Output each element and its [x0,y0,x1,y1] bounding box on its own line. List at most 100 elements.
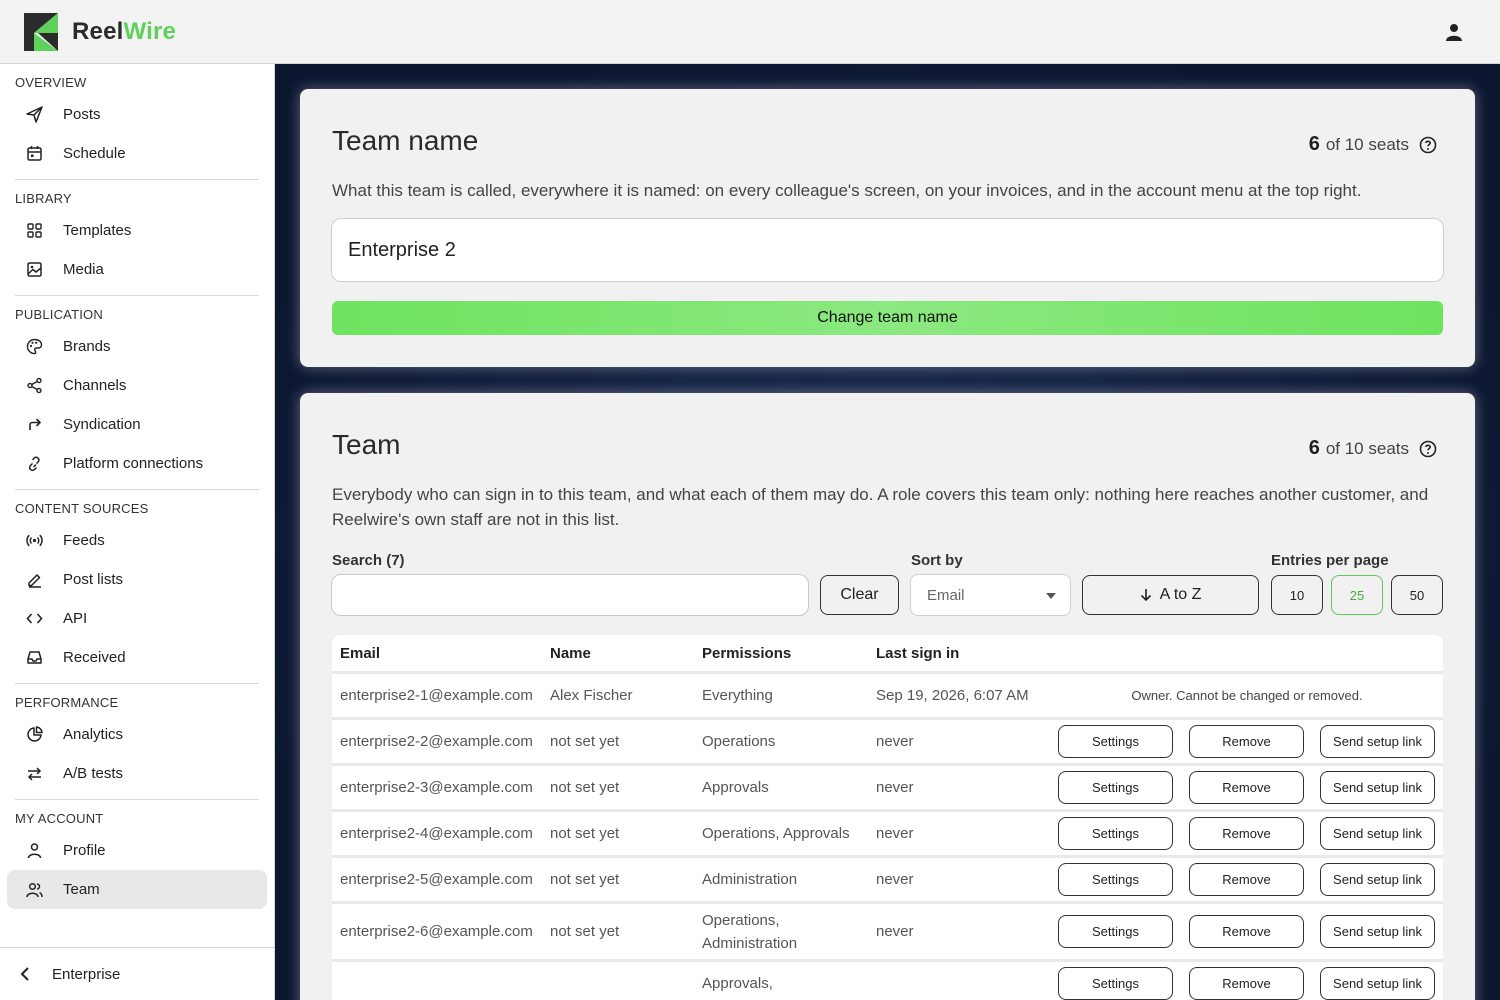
cell-name: not set yet [550,825,620,842]
settings-button[interactable]: Settings [1058,863,1173,896]
seats-text: of 10 seats [1325,134,1409,154]
cell-last-sign-in: never [876,733,914,750]
sidebar-item-posts[interactable]: Posts [15,95,259,134]
sort-order-button[interactable]: A to Z [1082,575,1259,615]
sidebar-item-channels[interactable]: Channels [15,366,259,405]
sidebar-item-label: Profile [63,842,106,859]
sort-select[interactable]: Email [910,574,1071,616]
row-actions: Settings Remove Send setup link [1051,771,1443,804]
row-actions: Settings Remove Send setup link [1051,967,1443,1000]
card-title: Team name [332,125,479,156]
sidebar-item-media[interactable]: Media [15,250,259,289]
cell-permissions: Administration [702,871,798,888]
cell-name: not set yet [550,779,620,796]
remove-button[interactable]: Remove [1189,863,1304,896]
sidebar-item-label: API [63,610,88,627]
cell-last-sign-in: never [876,923,914,940]
sidebar-section-title: CONTENT SOURCES [15,501,149,516]
cell-email: enterprise2-2@example.com [340,733,533,750]
sidebar-item-label: Platform connections [63,455,204,472]
swap-icon [25,765,43,783]
search-input[interactable] [331,574,809,616]
help-icon[interactable] [1419,440,1437,458]
user-icon [1446,24,1462,41]
card-description: Everybody who can sign in to this team, … [332,485,1429,529]
remove-button[interactable]: Remove [1189,967,1304,1000]
sidebar-item-label: Feeds [63,532,105,549]
sidebar-item-post-lists[interactable]: Post lists [15,560,259,599]
sidebar-item-syndication[interactable]: Syndication [15,405,259,444]
sidebar-item-analytics[interactable]: Analytics [15,715,259,754]
change-team-name-button[interactable]: Change team name [332,301,1443,335]
column-header-permissions: Permissions [702,644,792,662]
seats-used: 6 [1308,437,1320,459]
sidebar-item-api[interactable]: API [15,599,259,638]
sidebar-section-title: OVERVIEW [15,75,87,90]
send-setup-link-button[interactable]: Send setup link [1320,725,1435,758]
team-name-input[interactable] [331,218,1444,282]
account-menu-button[interactable] [1442,20,1466,44]
row-actions: Settings Remove Send setup link [1051,915,1443,948]
cell-permissions: Operations, Administration [702,911,798,952]
sidebar-item-templates[interactable]: Templates [15,211,259,250]
logo[interactable]: ReelWire [24,12,176,51]
brand-name-part1: Reel [72,17,124,45]
settings-button[interactable]: Settings [1058,967,1173,1000]
sort-label: Sort by [911,552,963,569]
settings-button[interactable]: Settings [1058,725,1173,758]
cell-name: Alex Fischer [550,687,633,704]
cell-permissions: Approvals [702,779,769,796]
team-table: Email Name Permissions Last sign in ente… [332,635,1443,1000]
settings-button[interactable]: Settings [1058,817,1173,850]
sidebar-item-schedule[interactable]: Schedule [15,134,259,173]
seat-counter: 6 of 10 seats [1309,133,1437,156]
settings-button[interactable]: Settings [1058,771,1173,804]
entries-option-50[interactable]: 50 [1391,575,1443,615]
sidebar-item-label: Schedule [63,145,126,162]
team-switcher[interactable]: Enterprise [0,947,274,1000]
sidebar-item-a-b-tests[interactable]: A/B tests [15,754,259,793]
send-setup-link-button[interactable]: Send setup link [1320,967,1435,1000]
send-setup-link-button[interactable]: Send setup link [1320,915,1435,948]
remove-button[interactable]: Remove [1189,725,1304,758]
row-actions: Settings Remove Send setup link [1051,725,1443,758]
image-icon [25,261,43,279]
sidebar-item-label: Channels [63,377,127,394]
row-actions: Settings Remove Send setup link [1051,817,1443,850]
row-actions: Settings Remove Send setup link [1051,863,1443,896]
table-row: enterprise2-6@example.com not set yet Oper… [332,901,1443,959]
sidebar-sections: OVERVIEW Posts Schedule LIBRARY Templates Med… [0,64,274,909]
sidebar-item-feeds[interactable]: Feeds [15,521,259,560]
remove-button[interactable]: Remove [1189,915,1304,948]
remove-button[interactable]: Remove [1189,817,1304,850]
settings-button[interactable]: Settings [1058,915,1173,948]
sort-value: Email [927,586,965,604]
sidebar-section-title: MY ACCOUNT [15,811,104,826]
team-switcher-label: Enterprise [52,965,121,983]
sidebar-item-brands[interactable]: Brands [15,327,259,366]
sidebar-item-profile[interactable]: Profile [15,831,259,870]
brand-name: ReelWire [72,18,176,46]
share-icon [25,377,43,395]
broadcast-icon [25,532,43,550]
sidebar-item-platform-connections[interactable]: Platform connections [15,444,259,483]
send-setup-link-button[interactable]: Send setup link [1320,817,1435,850]
help-icon[interactable] [1419,136,1437,154]
cell-email: enterprise2-6@example.com [340,923,533,940]
clear-search-button[interactable]: Clear [820,575,899,615]
table-row: enterprise2-5@example.com not set yet Admi… [332,855,1443,901]
table-row: enterprise2-2@example.com not set yet Oper… [332,717,1443,763]
sidebar-section-content-sources: CONTENT SOURCES Feeds Post lists API Receive… [0,490,274,677]
team-name-card: Team name 6 of 10 seats What this team i… [300,89,1475,367]
entries-option-25[interactable]: 25 [1331,575,1383,615]
column-header-email: Email [340,644,381,662]
cell-last-sign-in: never [876,825,914,842]
send-setup-link-button[interactable]: Send setup link [1320,771,1435,804]
send-setup-link-button[interactable]: Send setup link [1320,863,1435,896]
sidebar-item-received[interactable]: Received [15,638,259,677]
pie-chart-icon [25,726,43,744]
remove-button[interactable]: Remove [1189,771,1304,804]
top-bar: ReelWire [0,0,1500,64]
entries-option-10[interactable]: 10 [1271,575,1323,615]
sidebar-item-team[interactable]: Team [7,870,267,909]
